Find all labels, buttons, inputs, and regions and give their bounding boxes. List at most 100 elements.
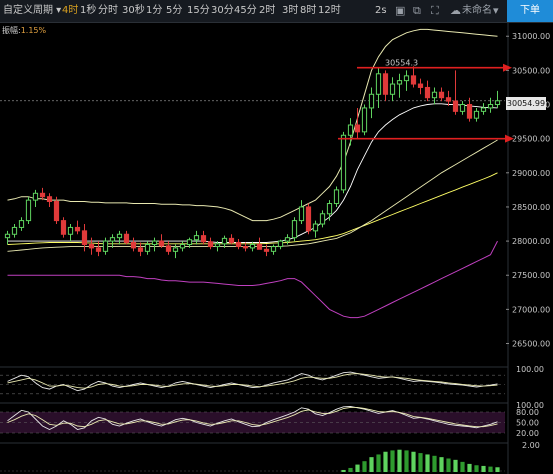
candle-body	[18, 220, 25, 228]
order-button[interactable]: 下单	[507, 0, 553, 22]
timeframe-toolbar: 自定义周期 ▾ 4时 1秒 分时 30秒 1分 5分 15分 30分 45分 2…	[0, 0, 553, 23]
volume-bar	[481, 465, 486, 472]
candle-body	[214, 243, 221, 248]
y-tick-label: 29000.00	[512, 169, 550, 178]
candle-body	[494, 100, 501, 106]
expand-icon[interactable]: ⛶	[431, 4, 439, 17]
y-tick-label: 28500.00	[512, 203, 550, 212]
volume-bar	[369, 457, 374, 472]
volume-bar	[376, 454, 381, 472]
ma-line-1	[7, 172, 498, 245]
tab-timeshare[interactable]: 分时	[98, 5, 118, 17]
tab-1m[interactable]: 1分	[146, 5, 162, 17]
candle-body	[32, 192, 39, 201]
layout-name[interactable]: 未命名	[462, 5, 492, 17]
candle-body	[39, 192, 46, 198]
candle-body	[277, 240, 284, 248]
tab-30m[interactable]: 30分	[211, 5, 234, 17]
candle-body	[193, 235, 200, 241]
high-price-annotation: 30554.3	[385, 59, 418, 68]
y-tick-label: 50.00	[516, 419, 539, 428]
candle-body	[305, 206, 312, 232]
cloud-icon[interactable]: ☁	[450, 4, 461, 17]
candle-body	[473, 110, 480, 119]
volume-bar	[341, 469, 346, 472]
y-tick-label: 20.00	[516, 429, 539, 438]
volume-bar	[348, 467, 353, 472]
candle-body	[256, 244, 263, 250]
volume-bar	[460, 461, 465, 472]
candle-body	[487, 104, 494, 109]
tab-2s[interactable]: 2s	[375, 5, 387, 17]
candle-body	[172, 247, 179, 252]
volume-bar	[488, 466, 493, 472]
candle-body	[270, 246, 277, 252]
volume-bar	[467, 463, 472, 472]
candle-body	[417, 83, 424, 88]
volume-bar	[383, 451, 388, 472]
candle-body	[144, 244, 151, 252]
candle-body	[424, 86, 431, 99]
candle-body	[459, 104, 466, 112]
candle-body	[130, 241, 137, 249]
tab-8h[interactable]: 8时	[300, 5, 316, 17]
y-tick-label: 100.00	[516, 365, 544, 374]
y-tick-label: 29500.00	[512, 135, 550, 144]
candle-body	[319, 213, 326, 225]
candle-body	[25, 199, 32, 222]
tab-2h[interactable]: 2时	[259, 5, 275, 17]
y-tick-label: 80.00	[516, 408, 539, 417]
candle-body	[375, 73, 382, 95]
candle-body	[312, 223, 319, 232]
camera-icon[interactable]: ▣	[395, 4, 405, 17]
custom-period-dropdown[interactable]: 自定义周期 ▾	[3, 5, 61, 17]
tab-4h[interactable]: 4时	[62, 5, 78, 17]
candle-body	[200, 235, 207, 243]
candle-body	[445, 97, 452, 102]
chevron-down-icon[interactable]: ▾	[493, 4, 499, 17]
candle-body	[249, 244, 256, 249]
volume-bar	[439, 457, 444, 472]
tab-15m[interactable]: 15分	[187, 5, 210, 17]
layers-icon[interactable]: ⧉	[413, 4, 421, 17]
candle-body	[102, 240, 109, 252]
volume-bar	[362, 461, 367, 472]
candle-body	[67, 226, 74, 235]
tab-12h[interactable]: 12时	[318, 5, 341, 17]
y-tick-label: 27500.00	[512, 271, 550, 280]
candle-body	[95, 247, 102, 252]
volume-bar	[390, 450, 395, 472]
candle-body	[11, 226, 18, 235]
tab-1s[interactable]: 1秒	[80, 5, 96, 17]
ma-line-2	[7, 139, 498, 252]
tab-5m[interactable]: 5分	[166, 5, 182, 17]
candle-body	[151, 240, 158, 246]
candle-body	[158, 240, 165, 247]
candle-body	[438, 91, 445, 99]
volume-bar	[474, 465, 479, 472]
y-tick-label: 30500.00	[512, 66, 550, 75]
candle-body	[235, 241, 242, 248]
bollinger-upper-line	[7, 28, 498, 222]
candle-body	[60, 220, 67, 235]
candle-body	[221, 237, 228, 245]
candle-body	[179, 244, 186, 249]
tab-30s[interactable]: 30秒	[122, 5, 145, 17]
candle-body	[46, 196, 53, 202]
volume-bar	[495, 467, 500, 472]
y-tick-label: 27000.00	[512, 305, 550, 314]
candle-body	[228, 237, 235, 243]
tab-3h[interactable]: 3时	[282, 5, 298, 17]
candle-body	[452, 100, 459, 112]
candle-body	[137, 247, 144, 252]
candle-body	[74, 226, 81, 232]
candle-body	[347, 124, 354, 136]
volume-bar	[355, 464, 360, 472]
volume-bar	[418, 453, 423, 472]
candle-body	[480, 107, 487, 112]
candle-body	[396, 80, 403, 85]
candle-body	[123, 233, 130, 243]
tab-45m[interactable]: 45分	[234, 5, 257, 17]
price-chart[interactable]: 31000.0030500.0030000.0029500.0029000.00…	[0, 22, 553, 474]
candle-body	[410, 75, 417, 85]
